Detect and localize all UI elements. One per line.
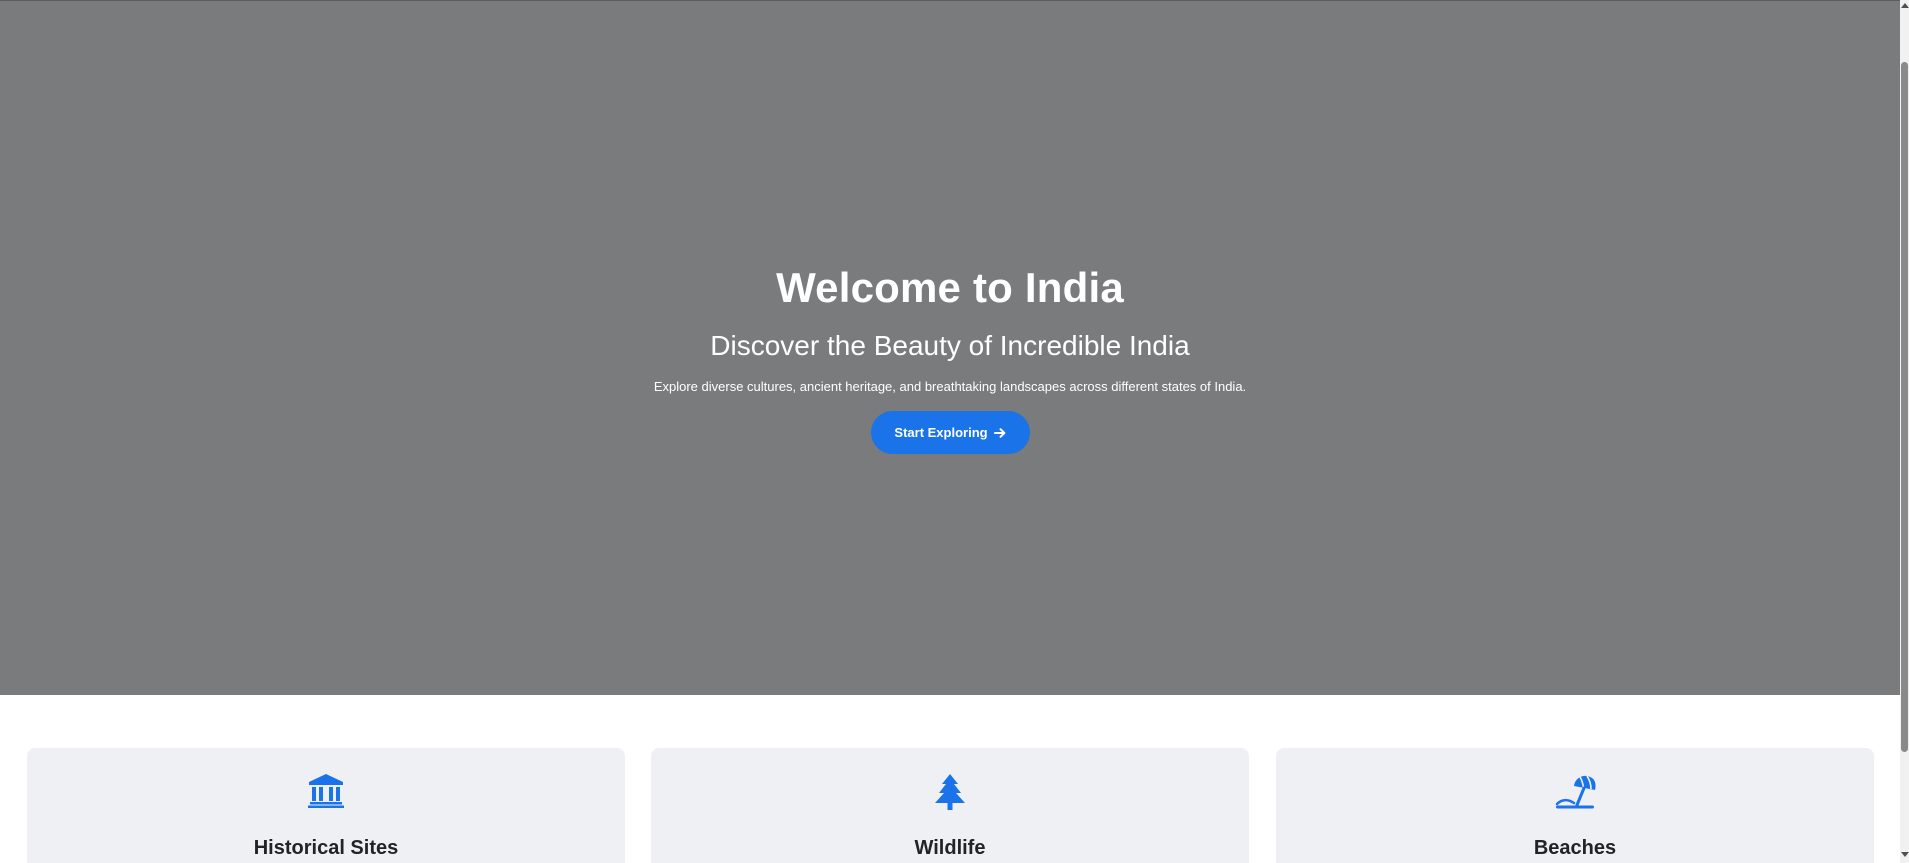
card-wildlife[interactable]: Wildlife (651, 748, 1249, 863)
hero-content: Welcome to India Discover the Beauty of … (0, 259, 1900, 454)
scroll-up-arrow-icon[interactable] (1901, 3, 1909, 8)
landmark-icon (27, 774, 625, 810)
vertical-scrollbar[interactable] (1900, 0, 1909, 863)
hero-section: Welcome to India Discover the Beauty of … (0, 0, 1900, 695)
scroll-down-arrow-icon[interactable] (1901, 852, 1909, 857)
hero-subtitle: Discover the Beauty of Incredible India (710, 330, 1190, 361)
card-beaches[interactable]: Beaches (1276, 748, 1874, 863)
beach-umbrella-icon (1276, 774, 1874, 810)
card-title: Wildlife (914, 837, 986, 859)
hero-description: Explore diverse cultures, ancient herita… (653, 379, 1247, 394)
card-title: Historical Sites (253, 837, 399, 859)
category-cards: Historical Sites Wildlife Beaches (27, 748, 1874, 863)
scrollbar-thumb[interactable] (1901, 62, 1908, 752)
hero-title: Welcome to India (776, 264, 1124, 311)
card-historical-sites[interactable]: Historical Sites (27, 748, 625, 863)
start-exploring-button[interactable]: Start Exploring (870, 411, 1030, 454)
browser-viewport: Welcome to India Discover the Beauty of … (0, 0, 1909, 863)
card-title: Beaches (1533, 837, 1617, 859)
arrow-right-icon (993, 427, 1006, 439)
start-exploring-label: Start Exploring (894, 425, 988, 440)
tree-icon (651, 774, 1249, 810)
page-content: Welcome to India Discover the Beauty of … (0, 0, 1900, 863)
